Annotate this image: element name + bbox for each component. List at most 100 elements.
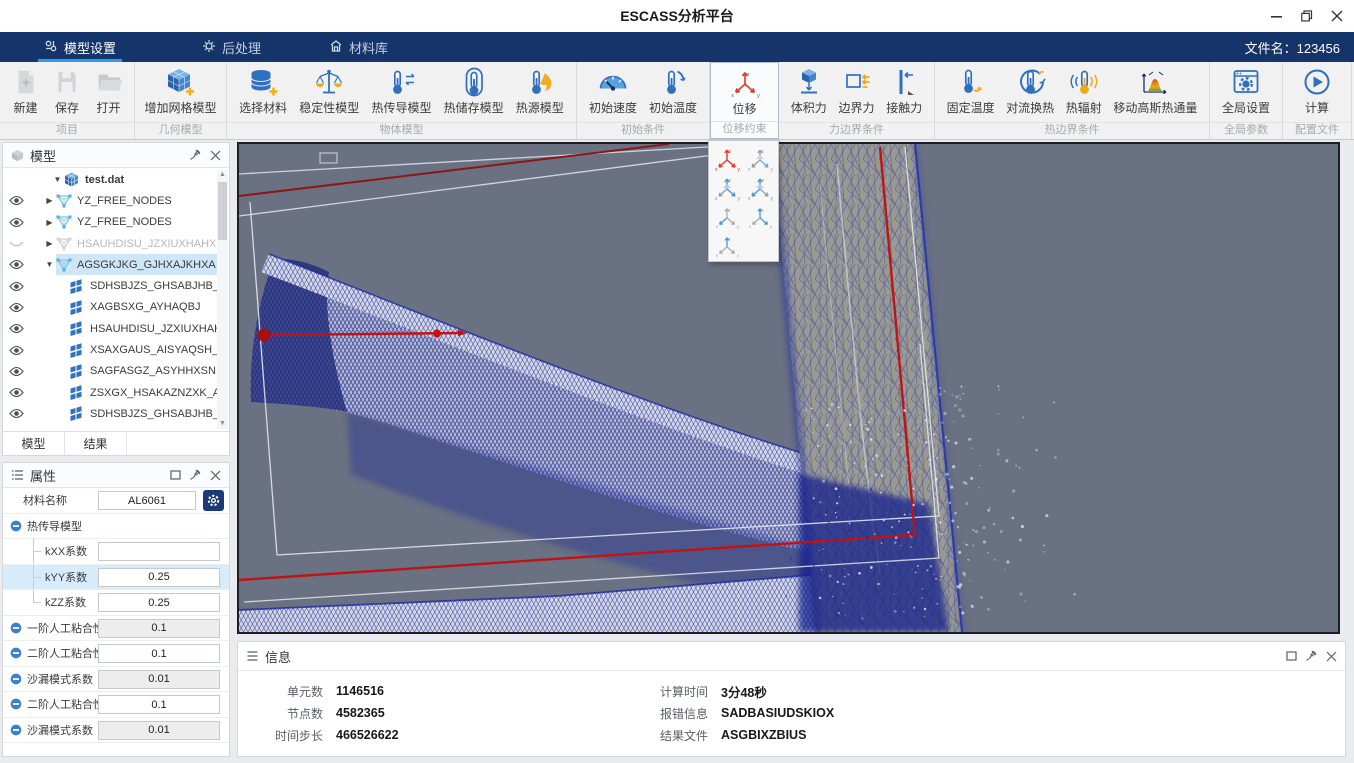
app-title: ESCASS分析平台 xyxy=(0,0,1354,32)
ribbon-group-0: 新建保存打开项目 xyxy=(0,62,135,139)
menu-tab-1[interactable]: 模型设置 xyxy=(34,32,126,62)
expand-icon[interactable]: ▶ xyxy=(43,218,56,227)
scroll-up-icon[interactable]: ▲ xyxy=(217,170,228,180)
ribbon-button-heat-storage-model[interactable]: 热储存模型 xyxy=(444,66,504,116)
tree-scrollbar[interactable]: ▲ ▼ xyxy=(217,170,228,429)
pin-icon[interactable] xyxy=(188,468,202,482)
collapse-icon[interactable] xyxy=(10,724,22,736)
ribbon-button-initial-velocity[interactable]: 初始速度 xyxy=(589,66,637,116)
pin-icon[interactable] xyxy=(188,148,202,162)
tree-item[interactable]: XSAXGAUS_AISYAQSH_ASHX xyxy=(3,339,217,360)
minimize-button[interactable] xyxy=(1270,9,1284,23)
tree-item[interactable]: ▼AGSGKJKG_GJHXAJKHXA xyxy=(3,254,217,275)
dropdown-item-triad-blue-z[interactable]: zxy xyxy=(711,231,744,260)
tree-item[interactable]: HSAUHDISU_JZXIUXHAHX xyxy=(3,318,217,339)
close-icon[interactable] xyxy=(1324,649,1338,663)
property-input[interactable] xyxy=(98,695,220,714)
viewport-3d[interactable] xyxy=(237,142,1340,634)
ribbon-button-open-file[interactable]: 打开 xyxy=(93,66,125,116)
ribbon-button-convection-heat[interactable]: 对流换热 xyxy=(1006,66,1054,116)
window-controls xyxy=(1270,0,1344,32)
tree-item[interactable]: ▶YZ_FREE_NODES xyxy=(3,212,217,233)
scroll-down-icon[interactable]: ▼ xyxy=(217,419,228,429)
ribbon-button-initial-temperature[interactable]: 初始温度 xyxy=(649,66,697,116)
eye-visible-icon[interactable] xyxy=(3,366,29,377)
ribbon-button-global-settings[interactable]: 全局设置 xyxy=(1222,66,1270,116)
material-settings-button[interactable] xyxy=(203,490,224,511)
eye-visible-icon[interactable] xyxy=(3,217,29,228)
expand-icon[interactable]: ▶ xyxy=(43,239,56,248)
tree-item[interactable]: SDHSBJZS_GHSABJHB_ZAHU xyxy=(3,403,217,424)
property-input[interactable] xyxy=(98,644,220,663)
dropdown-item-triad-gray-blue[interactable]: zxy xyxy=(744,144,777,173)
ribbon-button-add-mesh-model[interactable]: 增加网格模型 xyxy=(144,66,216,116)
ribbon-button-new-file[interactable]: 新建 xyxy=(10,66,42,116)
collapse-icon[interactable] xyxy=(10,622,22,634)
ribbon-button-boundary-force[interactable]: 边界力 xyxy=(838,66,874,116)
body-force-icon xyxy=(793,66,825,98)
ribbon-button-contact-force[interactable]: 接触力 xyxy=(886,66,922,116)
eye-visible-icon[interactable] xyxy=(3,302,29,313)
eye-visible-icon[interactable] xyxy=(3,195,29,206)
material-name-input[interactable] xyxy=(98,491,196,510)
eye-hidden-icon[interactable] xyxy=(3,238,29,249)
panel-tab-2[interactable]: 结果 xyxy=(65,432,127,455)
tree-item[interactable]: SDHSBJZS_GHSABJHB_ZAHU xyxy=(3,275,217,296)
property-input[interactable] xyxy=(98,542,220,561)
menu-tab-3[interactable]: 材料库 xyxy=(319,32,398,62)
pin-icon[interactable] xyxy=(1304,649,1318,663)
dropdown-item-triad-gray[interactable]: zxy xyxy=(711,202,744,231)
dropdown-item-triad-blue-filled2[interactable]: zxy xyxy=(744,173,777,202)
expand-icon[interactable]: ▼ xyxy=(43,260,56,269)
tree-item[interactable]: ▶YZ_FREE_NODES xyxy=(3,190,217,211)
menu-tab-2[interactable]: 后处理 xyxy=(192,32,271,62)
dropdown-item-triad-red[interactable]: zxy xyxy=(711,144,744,173)
ribbon-button-heat-conduction-model[interactable]: 热传导模型 xyxy=(371,66,431,116)
collapse-icon[interactable] xyxy=(10,647,22,659)
property-input[interactable] xyxy=(98,670,220,689)
ribbon-button-fixed-temperature[interactable]: 固定温度 xyxy=(947,66,995,116)
tree-item[interactable]: SAGFASGZ_ASYHHXSN xyxy=(3,361,217,382)
close-button[interactable] xyxy=(1330,9,1344,23)
collapse-icon[interactable] xyxy=(10,698,22,710)
ribbon-button-body-force[interactable]: 体积力 xyxy=(791,66,827,116)
ribbon-button-thermal-radiation[interactable]: 热辐射 xyxy=(1066,66,1102,116)
eye-visible-icon[interactable] xyxy=(3,345,29,356)
eye-visible-icon[interactable] xyxy=(3,408,29,419)
svg-text:x: x xyxy=(715,196,718,201)
ribbon-button-compute[interactable]: 计算 xyxy=(1301,66,1333,116)
eye-visible-icon[interactable] xyxy=(3,323,29,334)
tree-item[interactable]: ▼test.dat xyxy=(3,169,217,190)
maximize-panel-icon[interactable] xyxy=(168,468,182,482)
restore-button[interactable] xyxy=(1300,9,1314,23)
eye-visible-icon[interactable] xyxy=(3,281,29,292)
tree-item[interactable]: XAGBSXG_AYHAQBJ xyxy=(3,297,217,318)
property-input[interactable] xyxy=(98,721,220,740)
dropdown-item-triad-blue-filled[interactable]: zxy xyxy=(711,173,744,202)
close-icon[interactable] xyxy=(208,148,222,162)
maximize-panel-icon[interactable] xyxy=(1284,649,1298,663)
ribbon-button-moving-gaussian-flux[interactable]: 移动高斯热通量 xyxy=(1113,66,1197,116)
ribbon-button-stability-model[interactable]: 稳定性模型 xyxy=(299,66,359,116)
tree-item[interactable]: ▶HSAUHDISU_JZXIUXHAHX xyxy=(3,233,217,254)
info-field: 时间步长466526622 xyxy=(238,725,399,745)
property-input[interactable] xyxy=(98,593,220,612)
tree-item[interactable]: ZSXGX_HSAKAZNZXK_AHASX xyxy=(3,382,217,403)
panel-tab-1[interactable]: 模型 xyxy=(3,432,65,455)
eye-visible-icon[interactable] xyxy=(3,387,29,398)
close-icon[interactable] xyxy=(208,468,222,482)
property-input[interactable] xyxy=(98,568,220,587)
collapse-icon[interactable] xyxy=(10,673,22,685)
expand-icon[interactable]: ▼ xyxy=(51,175,64,184)
property-input[interactable] xyxy=(98,619,220,638)
ribbon-group-label: 项目 xyxy=(0,122,134,139)
ribbon-button-select-material[interactable]: 选择材料 xyxy=(239,66,287,116)
ribbon-button-displacement-triad[interactable]: zxy位移 xyxy=(729,67,761,117)
dropdown-item-triad-blue[interactable]: zxy xyxy=(744,202,777,231)
ribbon-button-heat-source-model[interactable]: 热源模型 xyxy=(516,66,564,116)
fixed-temperature-icon xyxy=(955,66,987,98)
ribbon-button-save-file[interactable]: 保存 xyxy=(51,66,83,116)
expand-icon[interactable]: ▶ xyxy=(43,196,56,205)
collapse-icon[interactable] xyxy=(10,520,22,532)
eye-visible-icon[interactable] xyxy=(3,259,29,270)
